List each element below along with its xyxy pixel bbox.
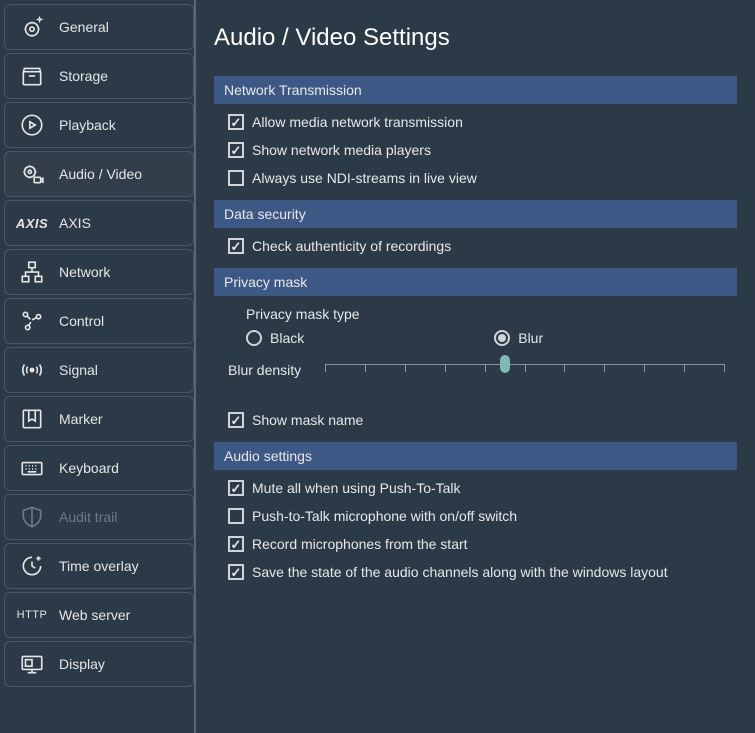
sidebar-item-display[interactable]: Display <box>4 641 194 687</box>
blur-density-slider[interactable] <box>325 358 725 382</box>
section-body-audio: Mute all when using Push-To-Talk Push-to… <box>214 470 737 592</box>
checkbox-mute-ptt[interactable]: Mute all when using Push-To-Talk <box>228 480 725 496</box>
sidebar-item-label: Control <box>59 313 104 329</box>
sidebar-item-label: Web server <box>59 607 130 623</box>
sidebar: General Storage Playback Audio / Video A… <box>0 0 196 733</box>
checkbox-ndi-streams[interactable]: Always use NDI-streams in live view <box>228 170 725 186</box>
sidebar-item-signal[interactable]: Signal <box>4 347 194 393</box>
checkbox-icon <box>228 412 244 428</box>
sidebar-item-audio-video[interactable]: Audio / Video <box>4 151 194 197</box>
checkbox-allow-media-transmission[interactable]: Allow media network transmission <box>228 114 725 130</box>
privacy-mask-type-label: Privacy mask type <box>228 306 725 322</box>
sidebar-item-label: Time overlay <box>59 558 139 574</box>
checkbox-label: Save the state of the audio channels alo… <box>252 564 668 580</box>
page-title: Audio / Video Settings <box>214 24 737 52</box>
sidebar-item-network[interactable]: Network <box>4 249 194 295</box>
main-panel: Audio / Video Settings Network Transmiss… <box>196 0 755 733</box>
section-header-privacy: Privacy mask <box>214 268 737 296</box>
sidebar-item-keyboard[interactable]: Keyboard <box>4 445 194 491</box>
checkbox-label: Check authenticity of recordings <box>252 238 451 254</box>
signal-waves-icon <box>17 355 47 385</box>
checkbox-icon <box>228 142 244 158</box>
gear-camera-icon <box>17 159 47 189</box>
sidebar-item-marker[interactable]: Marker <box>4 396 194 442</box>
sidebar-item-label: Display <box>59 656 105 672</box>
checkbox-show-mask-name[interactable]: Show mask name <box>228 412 725 428</box>
checkbox-label: Push-to-Talk microphone with on/off swit… <box>252 508 517 524</box>
checkbox-show-network-players[interactable]: Show network media players <box>228 142 725 158</box>
sidebar-item-storage[interactable]: Storage <box>4 53 194 99</box>
shield-icon <box>17 502 47 532</box>
sidebar-item-label: Audit trail <box>59 509 117 525</box>
blur-density-label: Blur density <box>228 362 301 378</box>
checkbox-icon <box>228 114 244 130</box>
checkbox-save-audio-state[interactable]: Save the state of the audio channels alo… <box>228 564 725 580</box>
display-icon <box>17 649 47 679</box>
section-body-privacy: Privacy mask type Black Blur Blur densit… <box>214 296 737 440</box>
checkbox-icon <box>228 170 244 186</box>
sidebar-item-label: Network <box>59 264 110 280</box>
sidebar-item-general[interactable]: General <box>4 4 194 50</box>
sidebar-item-control[interactable]: Control <box>4 298 194 344</box>
radio-icon <box>246 330 262 346</box>
sidebar-item-axis[interactable]: AXIS AXIS <box>4 200 194 246</box>
checkbox-label: Show mask name <box>252 412 363 428</box>
radio-blur[interactable]: Blur <box>494 330 543 346</box>
sidebar-item-label: AXIS <box>59 215 91 231</box>
slider-thumb[interactable] <box>500 355 510 373</box>
section-header-security: Data security <box>214 200 737 228</box>
sidebar-item-label: Keyboard <box>59 460 119 476</box>
radio-label: Black <box>270 330 304 346</box>
bookmark-icon <box>17 404 47 434</box>
sidebar-item-audit-trail: Audit trail <box>4 494 194 540</box>
checkbox-check-authenticity[interactable]: Check authenticity of recordings <box>228 238 725 254</box>
checkbox-icon <box>228 564 244 580</box>
checkbox-icon <box>228 480 244 496</box>
sidebar-item-label: Signal <box>59 362 98 378</box>
nodes-icon <box>17 306 47 336</box>
keyboard-icon <box>17 453 47 483</box>
storage-box-icon <box>17 61 47 91</box>
radio-label: Blur <box>518 330 543 346</box>
network-tree-icon <box>17 257 47 287</box>
sidebar-item-web-server[interactable]: HTTP Web server <box>4 592 194 638</box>
sidebar-item-label: Storage <box>59 68 108 84</box>
play-circle-icon <box>17 110 47 140</box>
section-body-network: Allow media network transmission Show ne… <box>214 104 737 198</box>
sidebar-item-label: General <box>59 19 109 35</box>
section-header-audio: Audio settings <box>214 442 737 470</box>
sidebar-item-playback[interactable]: Playback <box>4 102 194 148</box>
sidebar-item-label: Audio / Video <box>59 166 142 182</box>
checkbox-icon <box>228 238 244 254</box>
checkbox-record-mics[interactable]: Record microphones from the start <box>228 536 725 552</box>
http-icon: HTTP <box>17 600 47 630</box>
section-body-security: Check authenticity of recordings <box>214 228 737 266</box>
gear-sparkle-icon <box>17 12 47 42</box>
checkbox-label: Show network media players <box>252 142 431 158</box>
checkbox-icon <box>228 508 244 524</box>
checkbox-label: Always use NDI-streams in live view <box>252 170 477 186</box>
checkbox-label: Allow media network transmission <box>252 114 463 130</box>
checkbox-label: Record microphones from the start <box>252 536 468 552</box>
radio-black[interactable]: Black <box>246 330 304 346</box>
checkbox-ptt-switch[interactable]: Push-to-Talk microphone with on/off swit… <box>228 508 725 524</box>
section-header-network: Network Transmission <box>214 76 737 104</box>
sidebar-item-label: Playback <box>59 117 116 133</box>
checkbox-icon <box>228 536 244 552</box>
checkbox-label: Mute all when using Push-To-Talk <box>252 480 461 496</box>
sidebar-item-label: Marker <box>59 411 103 427</box>
radio-icon <box>494 330 510 346</box>
axis-logo-icon: AXIS <box>17 208 47 238</box>
sidebar-item-time-overlay[interactable]: Time overlay <box>4 543 194 589</box>
slider-ticks <box>325 364 725 372</box>
clock-plus-icon <box>17 551 47 581</box>
